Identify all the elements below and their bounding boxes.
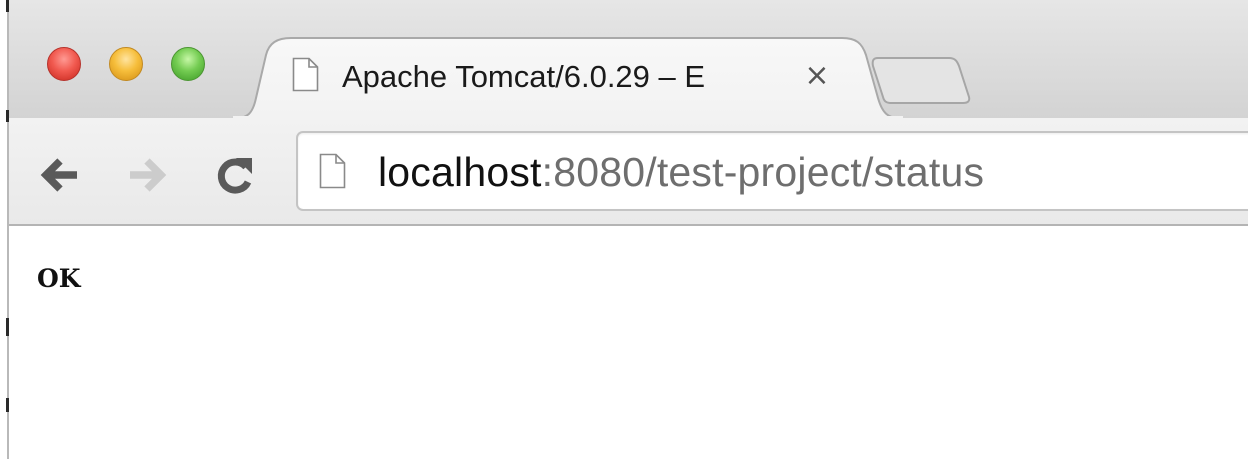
edge-mark	[6, 318, 9, 336]
page-content: OK	[9, 226, 1248, 459]
url-path: :8080/test-project/status	[541, 149, 985, 195]
back-arrow-icon[interactable]	[37, 152, 83, 198]
tab-strip: Apache Tomcat/6.0.29 – E ×	[9, 0, 1248, 118]
address-bar[interactable]: localhost:8080/test-project/status	[296, 131, 1248, 211]
reload-icon[interactable]	[212, 152, 258, 198]
edge-mark	[6, 110, 9, 122]
navigation-toolbar: localhost:8080/test-project/status	[9, 118, 1248, 226]
url-text[interactable]: localhost:8080/test-project/status	[378, 147, 984, 197]
page-body-text: OK	[37, 264, 81, 293]
window-left-edge	[0, 0, 9, 459]
browser-window: Apache Tomcat/6.0.29 – E × localhost:808…	[0, 0, 1248, 459]
document-icon	[292, 57, 319, 92]
edge-mark	[6, 398, 9, 412]
tab-close-icon[interactable]: ×	[799, 56, 835, 96]
new-tab-button[interactable]	[869, 52, 975, 107]
tab-title[interactable]: Apache Tomcat/6.0.29 – E	[342, 57, 778, 97]
url-host: localhost	[378, 149, 542, 195]
forward-arrow-icon[interactable]	[124, 152, 170, 198]
edge-mark	[6, 0, 9, 12]
document-icon	[319, 153, 346, 189]
